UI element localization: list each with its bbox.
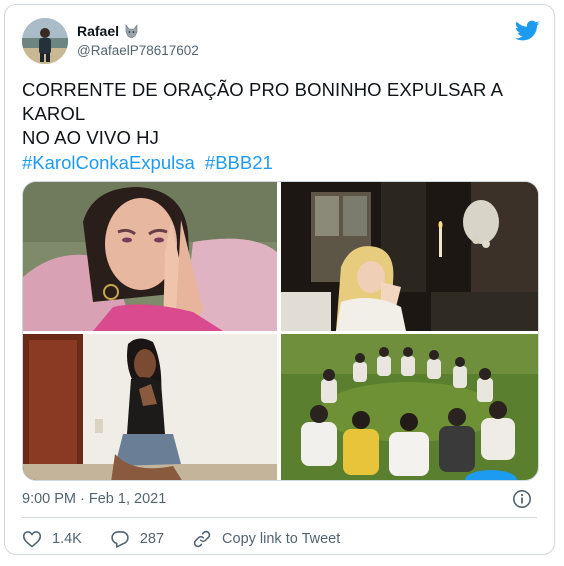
info-icon[interactable] (512, 489, 532, 509)
media-grid (22, 181, 539, 481)
tweet-timestamp[interactable]: 9:00 PM · Feb 1, 2021 (22, 491, 166, 507)
photo-woman-praying-kneeling[interactable] (23, 334, 277, 480)
photo-woman-praying-by-window[interactable] (281, 182, 538, 331)
author-handle[interactable]: @RafaelP78617602 (77, 43, 199, 58)
avatar[interactable] (22, 18, 68, 64)
copy-link-button[interactable]: Copy link to Tweet (192, 529, 340, 549)
tweet-card[interactable]: Rafael @RafaelP78617602 CORRENTE DE ORAÇ… (4, 4, 555, 555)
twitter-bird-icon[interactable] (515, 20, 540, 42)
link-icon (193, 530, 211, 548)
author-name-row[interactable]: Rafael (77, 23, 139, 39)
hashtags: #KarolConkaExpulsa #BBB21 (22, 152, 278, 174)
heart-icon (22, 531, 42, 548)
tweet-text-line-2: NO AO VIVO HJ (22, 127, 159, 148)
tweet-text: CORRENTE DE ORAÇÃO PRO BONINHO EXPULSAR … (22, 78, 542, 150)
reply-button[interactable]: 287 (110, 529, 164, 549)
divider (22, 517, 537, 518)
like-count: 1.4K (52, 531, 82, 547)
hashtag-bbb21[interactable]: #BBB21 (205, 152, 273, 173)
copy-link-label: Copy link to Tweet (222, 531, 341, 547)
like-button[interactable]: 1.4K (22, 529, 82, 549)
tweet-actions: 1.4K 287 Copy link to Tweet (22, 529, 340, 549)
reply-count: 287 (139, 531, 165, 547)
photo-crying-woman-praying[interactable] (23, 182, 277, 331)
wolf-icon (124, 23, 139, 39)
tweet-text-line-1: CORRENTE DE ORAÇÃO PRO BONINHO EXPULSAR … (22, 79, 503, 124)
photo-prayer-circle-on-grass[interactable] (281, 334, 538, 480)
hashtag-karolconkaexpulsa[interactable]: #KarolConkaExpulsa (22, 152, 195, 173)
author-display-name[interactable]: Rafael (77, 23, 119, 39)
reply-bubble-icon (111, 531, 129, 548)
